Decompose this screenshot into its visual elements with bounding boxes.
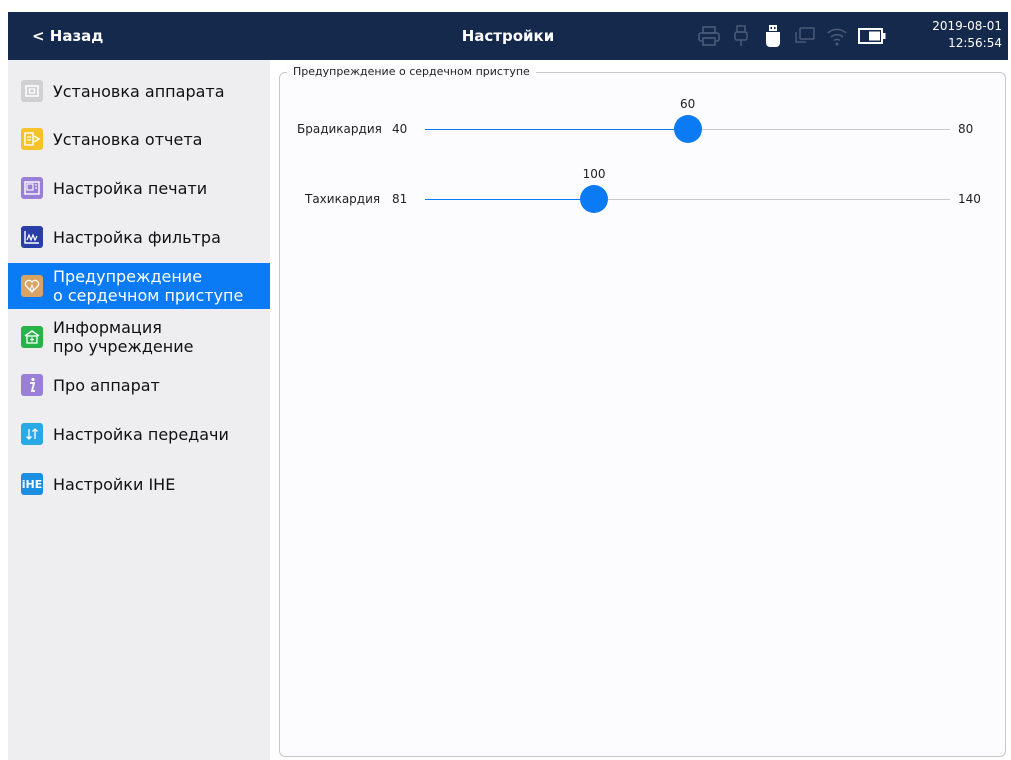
tachycardia-slider-fill <box>425 199 595 200</box>
title-bar: < Назад Настройки 2019-08-01 12:56:54 <box>8 12 1008 60</box>
tachycardia-slider-thumb[interactable] <box>580 185 609 213</box>
sidebar-item-device-setup[interactable]: Установка аппарата <box>8 68 270 114</box>
tachycardia-value: 100 <box>582 167 606 181</box>
sidebar-item-report-setup[interactable]: Установка отчета <box>8 116 270 162</box>
sidebar-item-label-line1: Информация <box>53 318 162 337</box>
tachycardia-min: 81 <box>392 192 408 206</box>
bradycardia-value: 60 <box>680 97 696 111</box>
sidebar-item-label: Настройка фильтра <box>53 227 221 247</box>
print-settings-icon <box>21 177 43 199</box>
sidebar-item-transfer-settings[interactable]: Настройка передачи <box>8 411 270 457</box>
bradycardia-slider-thumb[interactable] <box>673 115 702 143</box>
sidebar-item-heart-attack-warning[interactable]: Предупреждение о сердечном приступе <box>8 263 270 309</box>
sidebar-item-label: Информация про учреждение <box>53 318 193 356</box>
sidebar-item-label: Настройка передачи <box>53 424 229 444</box>
sidebar-item-print-settings[interactable]: Настройка печати <box>8 165 270 211</box>
sidebar-item-about-device[interactable]: Про аппарат <box>8 362 270 408</box>
report-icon <box>21 128 43 150</box>
transfer-icon <box>21 423 43 445</box>
sidebar-item-institution-info[interactable]: Информация про учреждение <box>8 314 270 360</box>
sidebar-item-label: Предупреждение о сердечном приступе <box>53 267 243 305</box>
usb-plug-icon <box>730 24 752 48</box>
bradycardia-max: 80 <box>958 122 974 136</box>
sidebar-item-label: Установка отчета <box>53 129 203 149</box>
printer-icon <box>698 24 720 48</box>
back-button[interactable]: < Назад <box>32 12 103 60</box>
sidebar-item-label: Установка аппарата <box>53 81 225 101</box>
settings-panel <box>279 72 1006 757</box>
status-date: 2019-08-01 <box>932 19 1002 33</box>
device-setup-icon <box>21 80 43 102</box>
tachycardia-max: 140 <box>958 192 981 206</box>
info-icon <box>21 374 43 396</box>
sidebar-item-label-line1: Предупреждение <box>53 267 203 286</box>
battery-icon <box>858 24 886 48</box>
sidebar-item-label: Настройки IHE <box>53 474 176 494</box>
tachycardia-label: Тахикардия <box>305 192 381 206</box>
institution-icon <box>21 326 43 348</box>
tachycardia-slider-track[interactable] <box>425 199 950 200</box>
sidebar-item-ihe-settings[interactable]: iHE Настройки IHE <box>8 461 270 507</box>
status-icons <box>698 20 886 52</box>
bradycardia-slider-fill <box>425 129 688 130</box>
wifi-icon <box>826 24 848 48</box>
datetime: 2019-08-01 12:56:54 <box>932 18 1002 52</box>
sidebar-item-label: Настройка печати <box>53 178 208 198</box>
ihe-icon: iHE <box>21 473 43 495</box>
sidebar-item-label: Про аппарат <box>53 375 160 395</box>
status-time: 12:56:54 <box>948 36 1002 50</box>
filter-icon <box>21 226 43 248</box>
heart-alert-icon <box>21 275 43 297</box>
bradycardia-label: Брадикардия <box>297 122 382 136</box>
sidebar-item-filter-settings[interactable]: Настройка фильтра <box>8 214 270 260</box>
sidebar-item-label-line2: про учреждение <box>53 337 194 356</box>
panel-title: Предупреждение о сердечном приступе <box>287 65 536 78</box>
bradycardia-min: 40 <box>392 122 408 136</box>
sidebar-item-label-line2: о сердечном приступе <box>53 286 244 305</box>
network-icon <box>794 24 816 48</box>
usb-drive-icon <box>762 24 784 48</box>
